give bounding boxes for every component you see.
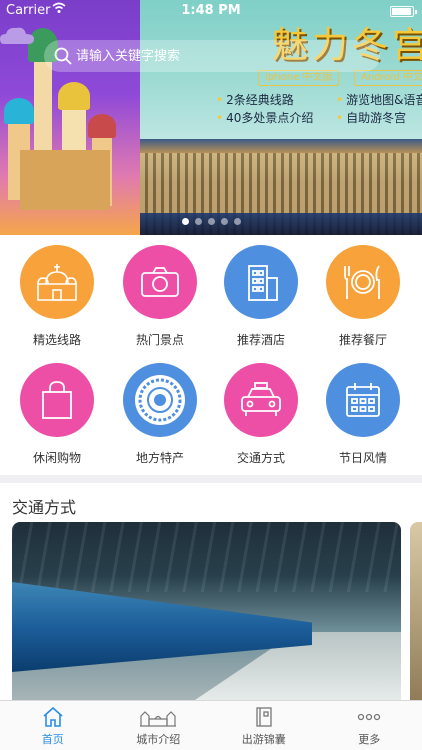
station-ceiling (12, 522, 401, 592)
search-bar[interactable] (44, 40, 380, 72)
category-label: 精选线路 (32, 333, 81, 347)
category-grid: 精选线路 热门景点 推荐酒店 推荐餐厅 休闲购物 地方特产 交通方式 节日风情 (0, 235, 422, 475)
app-screen: 魅力冬宫 Iphone 中文版 Android 中文 2条经典线路 游览地图&语… (0, 0, 422, 750)
page-dot[interactable] (233, 218, 241, 225)
banner-page-indicator[interactable] (0, 210, 422, 229)
category-festivals[interactable]: 节日风情 (313, 363, 413, 466)
tab-label: 更多 (358, 733, 381, 746)
iphone-badge: Iphone 中文版 (258, 70, 340, 86)
tab-travel-tips[interactable]: 出游锦囊 (211, 701, 317, 750)
tab-home[interactable]: 首页 (0, 701, 106, 750)
category-transportation[interactable]: 交通方式 (211, 363, 311, 466)
book-icon (211, 706, 317, 728)
category-label: 休闲购物 (32, 451, 81, 465)
home-icon (0, 706, 106, 728)
android-badge: Android 中文 (354, 70, 422, 86)
banner-feature: 2条经典线路 (216, 91, 294, 108)
city-icon (106, 706, 212, 728)
palace-roof (140, 139, 422, 153)
calendar-icon (326, 363, 400, 437)
transport-card-metro[interactable] (12, 522, 401, 702)
banner-feature: 自助游冬宫 (336, 109, 406, 126)
battery-icon (390, 6, 417, 17)
cloud-icon (0, 27, 34, 44)
taxi-icon (224, 363, 298, 437)
tab-more[interactable]: 更多 (317, 701, 422, 750)
category-restaurants[interactable]: 推荐餐厅 (313, 245, 413, 348)
category-label: 交通方式 (236, 451, 285, 465)
category-shopping[interactable]: 休闲购物 (7, 363, 107, 466)
tab-label: 城市介绍 (136, 733, 181, 746)
page-dot[interactable] (220, 218, 228, 225)
banner-feature: 40多处景点介绍 (216, 109, 313, 126)
category-label: 节日风情 (338, 451, 387, 465)
church-icon (20, 245, 94, 319)
camera-icon (123, 245, 197, 319)
page-dot[interactable] (194, 218, 202, 225)
clock: 1:48 PM (181, 3, 241, 18)
plate-icon (123, 363, 197, 437)
status-bar: Carrier 1:48 PM (0, 0, 422, 22)
tab-label: 首页 (41, 733, 64, 746)
search-icon (54, 47, 72, 65)
category-label: 推荐餐厅 (338, 333, 387, 347)
category-hot-attractions[interactable]: 热门景点 (110, 245, 210, 348)
shopping-bag-icon (20, 363, 94, 437)
page-dot[interactable] (181, 218, 189, 225)
category-hotels[interactable]: 推荐酒店 (211, 245, 311, 348)
section-divider (0, 475, 422, 483)
section-title: 交通方式 (12, 498, 77, 517)
more-icon (317, 706, 422, 728)
tab-label: 出游锦囊 (241, 733, 286, 746)
category-local-specialties[interactable]: 地方特产 (110, 363, 210, 466)
tab-bar: 首页 城市介绍 出游锦囊 更多 (0, 700, 422, 750)
category-featured-routes[interactable]: 精选线路 (7, 245, 107, 348)
building-icon (224, 245, 298, 319)
category-label: 热门景点 (135, 333, 184, 347)
promo-banner[interactable]: 魅力冬宫 Iphone 中文版 Android 中文 2条经典线路 游览地图&语… (0, 0, 422, 235)
page-dot[interactable] (207, 218, 215, 225)
tab-city-intro[interactable]: 城市介绍 (106, 701, 212, 750)
search-input[interactable] (76, 40, 366, 72)
banner-feature: 游览地图&语音 (336, 91, 422, 108)
transport-card-next[interactable] (410, 522, 422, 702)
category-label: 推荐酒店 (236, 333, 285, 347)
category-label: 地方特产 (135, 451, 184, 465)
dining-icon (326, 245, 400, 319)
